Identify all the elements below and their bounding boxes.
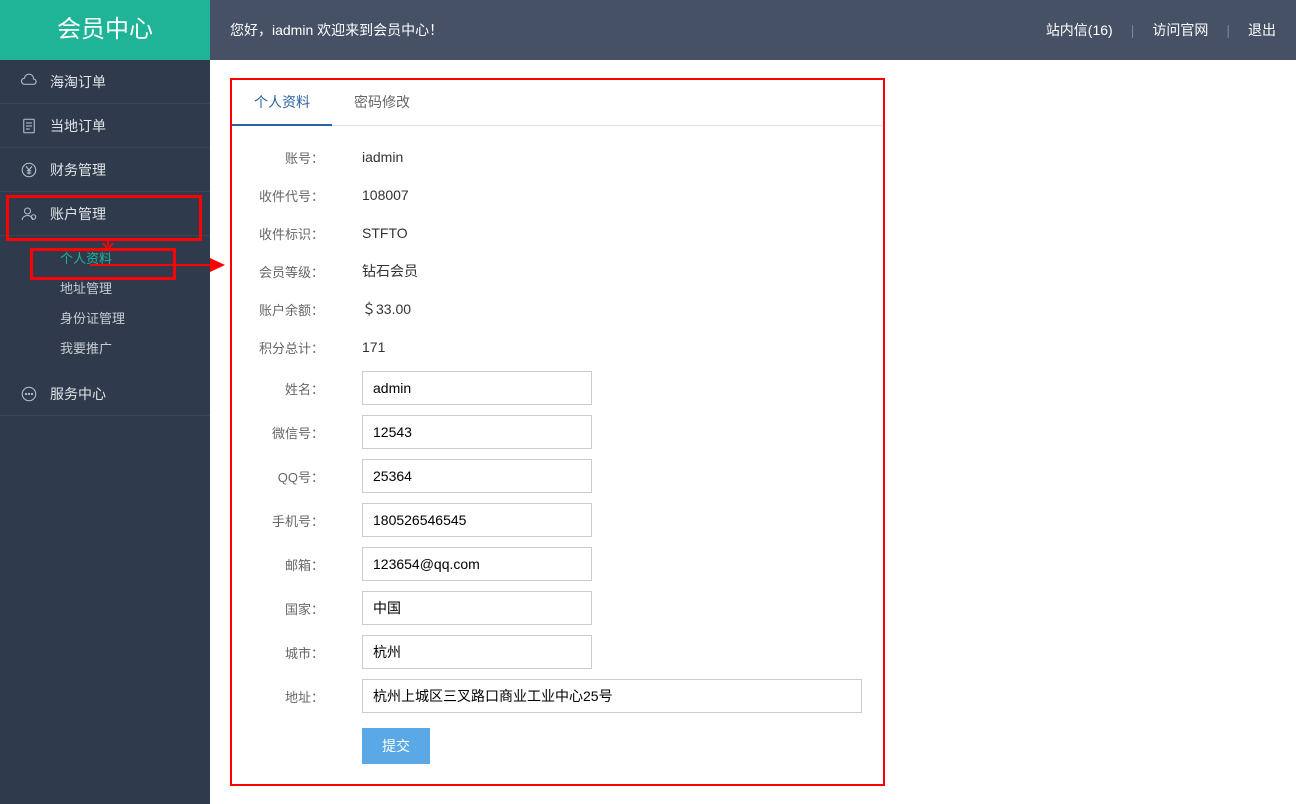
value-recv-tag: STFTO bbox=[332, 225, 408, 241]
value-balance: ＄33.00 bbox=[332, 299, 411, 319]
divider: | bbox=[1131, 22, 1135, 38]
sidebar-submenu: 个人资料 地址管理 身份证管理 我要推广 bbox=[0, 236, 210, 372]
value-account: iadmin bbox=[332, 149, 403, 165]
label-points: 积分总计： bbox=[232, 338, 332, 357]
value-points: 171 bbox=[332, 339, 385, 355]
input-name[interactable] bbox=[362, 371, 592, 405]
label-account: 账号： bbox=[232, 148, 332, 167]
value-recv-code: 108007 bbox=[332, 187, 409, 203]
label-recv-tag: 收件标识： bbox=[232, 224, 332, 243]
label-city: 城市： bbox=[232, 643, 332, 662]
document-icon bbox=[20, 117, 38, 135]
sidebar: 会员中心 海淘订单 当地订单 财务管理 账户管理 个人资 bbox=[0, 0, 210, 804]
sidebar-item-account[interactable]: 账户管理 bbox=[0, 192, 210, 236]
divider: | bbox=[1226, 22, 1230, 38]
cloud-icon bbox=[20, 73, 38, 91]
topbar: 您好，iadmin 欢迎来到会员中心！ 站内信(16) | 访问官网 | 退出 bbox=[210, 0, 1296, 60]
input-country[interactable] bbox=[362, 591, 592, 625]
sidebar-item-label: 海淘订单 bbox=[50, 72, 106, 92]
sidebar-sub-promote[interactable]: 我要推广 bbox=[0, 334, 210, 364]
topbar-mail-link[interactable]: 站内信(16) bbox=[1046, 20, 1113, 40]
profile-panel: 个人资料 密码修改 账号： iadmin 收件代号： 108007 收件标识： … bbox=[230, 78, 885, 786]
input-phone[interactable] bbox=[362, 503, 592, 537]
label-member-level: 会员等级： bbox=[232, 262, 332, 281]
tabs: 个人资料 密码修改 bbox=[232, 80, 883, 126]
user-icon bbox=[20, 205, 38, 223]
input-qq[interactable] bbox=[362, 459, 592, 493]
input-address[interactable] bbox=[362, 679, 862, 713]
topbar-logout-link[interactable]: 退出 bbox=[1248, 20, 1276, 40]
sidebar-item-local[interactable]: 当地订单 bbox=[0, 104, 210, 148]
tab-password[interactable]: 密码修改 bbox=[332, 80, 432, 125]
label-phone: 手机号： bbox=[232, 511, 332, 530]
sidebar-sub-idcard[interactable]: 身份证管理 bbox=[0, 304, 210, 334]
sidebar-item-label: 服务中心 bbox=[50, 384, 106, 404]
sidebar-item-label: 财务管理 bbox=[50, 160, 106, 180]
label-country: 国家： bbox=[232, 599, 332, 618]
sidebar-sub-profile[interactable]: 个人资料 bbox=[0, 244, 210, 274]
value-member-level: 钻石会员 bbox=[332, 261, 418, 281]
label-qq: QQ号： bbox=[232, 467, 332, 486]
input-city[interactable] bbox=[362, 635, 592, 669]
sidebar-sub-address[interactable]: 地址管理 bbox=[0, 274, 210, 304]
label-email: 邮箱： bbox=[232, 555, 332, 574]
tab-profile[interactable]: 个人资料 bbox=[232, 80, 332, 126]
sidebar-item-label: 当地订单 bbox=[50, 116, 106, 136]
submit-button[interactable]: 提交 bbox=[362, 728, 430, 764]
topbar-greeting: 您好，iadmin 欢迎来到会员中心！ bbox=[230, 20, 443, 40]
sidebar-item-finance[interactable]: 财务管理 bbox=[0, 148, 210, 192]
input-email[interactable] bbox=[362, 547, 592, 581]
sidebar-item-haitao[interactable]: 海淘订单 bbox=[0, 60, 210, 104]
label-recv-code: 收件代号： bbox=[232, 186, 332, 205]
yen-icon bbox=[20, 161, 38, 179]
sidebar-title: 会员中心 bbox=[0, 0, 210, 60]
sidebar-item-service[interactable]: 服务中心 bbox=[0, 372, 210, 416]
topbar-site-link[interactable]: 访问官网 bbox=[1152, 20, 1208, 40]
label-wechat: 微信号： bbox=[232, 423, 332, 442]
sidebar-item-label: 账户管理 bbox=[50, 204, 106, 224]
chat-icon bbox=[20, 385, 38, 403]
label-balance: 账户余额： bbox=[232, 300, 332, 319]
input-wechat[interactable] bbox=[362, 415, 592, 449]
label-address: 地址： bbox=[232, 687, 332, 706]
label-name: 姓名： bbox=[232, 379, 332, 398]
